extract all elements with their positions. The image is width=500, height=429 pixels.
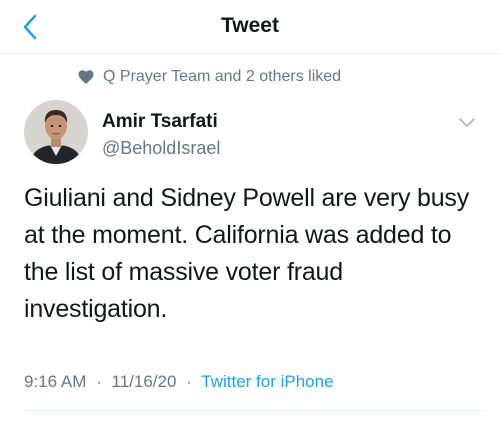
- avatar[interactable]: [24, 100, 88, 164]
- tweet-author: Amir Tsarfati @BeholdIsrael: [16, 100, 484, 170]
- meta-separator: ·: [96, 372, 102, 391]
- author-names: Amir Tsarfati @BeholdIsrael: [102, 110, 220, 160]
- meta-separator: ·: [186, 372, 192, 391]
- author-display-name[interactable]: Amir Tsarfati: [102, 110, 220, 134]
- tweet-meta: 9:16 AM · 11/16/20 · Twitter for iPhone: [24, 372, 334, 392]
- page-title: Tweet: [221, 14, 279, 37]
- tweet-time: 9:16 AM: [24, 372, 87, 391]
- author-handle[interactable]: @BeholdIsrael: [102, 136, 220, 160]
- tweet-source-link[interactable]: Twitter for iPhone: [201, 372, 333, 391]
- chevron-down-icon[interactable]: [458, 116, 476, 128]
- divider: [24, 410, 484, 411]
- social-context: Q Prayer Team and 2 others liked: [77, 68, 341, 86]
- heart-icon: [77, 68, 95, 86]
- liked-by-text[interactable]: Q Prayer Team and 2 others liked: [103, 68, 341, 86]
- tweet-detail-screen: Tweet Q Prayer Team and 2 others liked A…: [0, 0, 500, 429]
- tweet-text: Giuliani and Sidney Powell are very busy…: [24, 184, 470, 323]
- navigation-bar: Tweet: [0, 0, 500, 54]
- tweet-date: 11/16/20: [111, 372, 177, 391]
